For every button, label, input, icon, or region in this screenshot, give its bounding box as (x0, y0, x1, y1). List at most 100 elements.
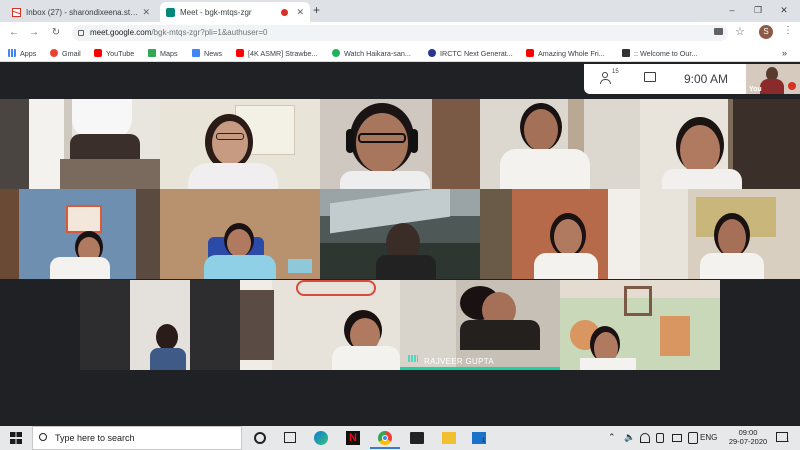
forward-button[interactable]: → (26, 26, 42, 40)
edge-icon[interactable] (314, 431, 328, 445)
clock-date: 29-07-2020 (728, 437, 768, 446)
bookmark-label: Apps (20, 48, 37, 58)
bookmark-label: Maps (160, 48, 178, 58)
mic-icon[interactable] (656, 433, 664, 443)
bookmark-label: YouTube (106, 48, 135, 58)
meet-icon (166, 7, 175, 17)
participant-tile[interactable] (160, 99, 320, 189)
url-path: /bgk-mtqs-zgr?pli=1&authuser=0 (151, 28, 268, 37)
profile-avatar[interactable]: S (759, 25, 773, 39)
participant-tile-speaking[interactable]: RAJVEER GUPTA (400, 280, 560, 370)
bookmark-label: IRCTC Next Generat... (440, 48, 513, 58)
bookmark-label: News (204, 48, 222, 58)
search-placeholder: Type here to search (55, 433, 135, 443)
file-explorer-icon[interactable] (442, 432, 456, 444)
self-label: You (749, 86, 762, 93)
new-tab-button[interactable]: + (313, 3, 320, 17)
tab-title: Meet - bgk-mtqs-zgr (180, 7, 252, 17)
cloud-icon[interactable] (640, 433, 650, 443)
task-view-icon[interactable] (284, 432, 296, 443)
windows-taskbar: Type here to search N 1 ⌃ 🔈 ENG 09:00 29… (0, 426, 800, 450)
irctc-icon (428, 49, 436, 57)
apps-grid-icon (8, 49, 16, 57)
self-view[interactable]: You (746, 64, 800, 94)
notification-badge: 1 (786, 438, 790, 444)
participant-name: RAJVEER GUPTA (424, 357, 494, 366)
clock-time: 09:00 (738, 428, 758, 437)
tab-strip: Inbox (27) - sharondixeena.stanle ✕ Meet… (0, 0, 800, 22)
participant-tile[interactable] (240, 280, 400, 370)
close-tab-icon[interactable]: ✕ (142, 7, 150, 18)
close-window-button[interactable]: ✕ (772, 2, 796, 18)
gmail-icon (12, 7, 21, 17)
url-field[interactable]: meet.google.com/bgk-mtqs-zgr?pli=1&authu… (72, 25, 728, 41)
more-bookmarks-icon[interactable]: » (782, 47, 787, 59)
bookmark-label: :: Welcome to Our... (634, 48, 698, 58)
participant-tile[interactable] (320, 189, 480, 279)
bookmark-youtube[interactable]: YouTube (94, 47, 134, 59)
windows-start-icon[interactable] (10, 432, 22, 444)
maps-icon (148, 49, 156, 57)
participant-tile[interactable] (0, 189, 160, 279)
taskbar-clock[interactable]: 09:00 29-07-2020 (728, 428, 768, 446)
participant-tile[interactable] (640, 189, 800, 279)
battery-icon[interactable] (672, 434, 682, 442)
participant-tile[interactable] (480, 189, 640, 279)
show-hidden-icons-icon[interactable]: ⌃ (608, 432, 616, 443)
participant-tile[interactable] (0, 99, 160, 189)
cortana-icon[interactable] (254, 432, 266, 444)
star-icon[interactable]: ☆ (735, 25, 745, 38)
network-icon[interactable] (688, 432, 698, 444)
participant-count: 15 (612, 69, 619, 75)
tab-meet[interactable]: Meet - bgk-mtqs-zgr ✕ (160, 2, 310, 22)
chrome-icon[interactable] (378, 431, 392, 445)
bookmark-apps[interactable]: Apps (8, 47, 36, 59)
active-speaker-bar (400, 367, 560, 370)
back-button[interactable]: ← (6, 26, 22, 40)
taskbar-search-box[interactable]: Type here to search (32, 426, 242, 450)
news-icon (192, 49, 200, 57)
search-icon (39, 433, 47, 441)
close-tab-icon[interactable]: ✕ (296, 7, 304, 18)
youtube-icon (94, 49, 102, 57)
camera-icon[interactable] (714, 28, 723, 35)
menu-icon[interactable]: ⋮ (783, 25, 793, 36)
language-indicator[interactable]: ENG (700, 433, 717, 442)
participant-tile[interactable] (640, 99, 800, 189)
mic-off-icon (788, 82, 796, 90)
google-icon (50, 49, 58, 57)
volume-icon[interactable]: 🔈 (624, 432, 635, 443)
bookmark-haikara[interactable]: Watch Haikara-san... (332, 47, 411, 59)
youtube-icon (526, 49, 534, 57)
audio-level-icon (408, 355, 418, 362)
bookmark-welcome[interactable]: :: Welcome to Our... (622, 47, 697, 59)
minimize-button[interactable]: – (720, 2, 744, 18)
bookmark-irctc[interactable]: IRCTC Next Generat... (428, 47, 513, 59)
bookmark-maps[interactable]: Maps (148, 47, 178, 59)
bookmark-asmr[interactable]: [4K ASMR] Strawbe... (236, 47, 318, 59)
bookmark-site-icon (622, 49, 630, 57)
chat-icon[interactable] (644, 72, 656, 82)
address-bar-row: ← → ↻ meet.google.com/bgk-mtqs-zgr?pli=1… (0, 22, 800, 44)
participant-tile[interactable] (320, 99, 480, 189)
bookmark-label: Gmail (62, 48, 81, 58)
maximize-button[interactable]: ❐ (746, 2, 770, 18)
meeting-clock: 9:00 AM (684, 72, 729, 86)
lock-icon (78, 30, 84, 36)
bookmarks-bar: Apps Gmail YouTube Maps News [4K ASMR] S… (0, 44, 800, 62)
netflix-icon[interactable]: N (346, 431, 360, 445)
bookmark-label: Amazing Whole Fri... (538, 48, 605, 58)
mail-badge: 1 (482, 438, 486, 444)
reload-button[interactable]: ↻ (48, 26, 64, 40)
tab-gmail[interactable]: Inbox (27) - sharondixeena.stanle ✕ (6, 2, 156, 22)
active-app-indicator (370, 447, 400, 449)
bookmark-news[interactable]: News (192, 47, 222, 59)
bookmark-amazing[interactable]: Amazing Whole Fri... (526, 47, 605, 59)
participant-tile[interactable] (560, 280, 720, 370)
participant-tile[interactable] (160, 189, 320, 279)
bookmark-gmail[interactable]: Gmail (50, 47, 81, 59)
participant-tile[interactable] (480, 99, 640, 189)
participant-tile[interactable] (80, 280, 240, 370)
store-icon[interactable] (410, 432, 424, 444)
bookmark-label: [4K ASMR] Strawbe... (248, 48, 318, 58)
